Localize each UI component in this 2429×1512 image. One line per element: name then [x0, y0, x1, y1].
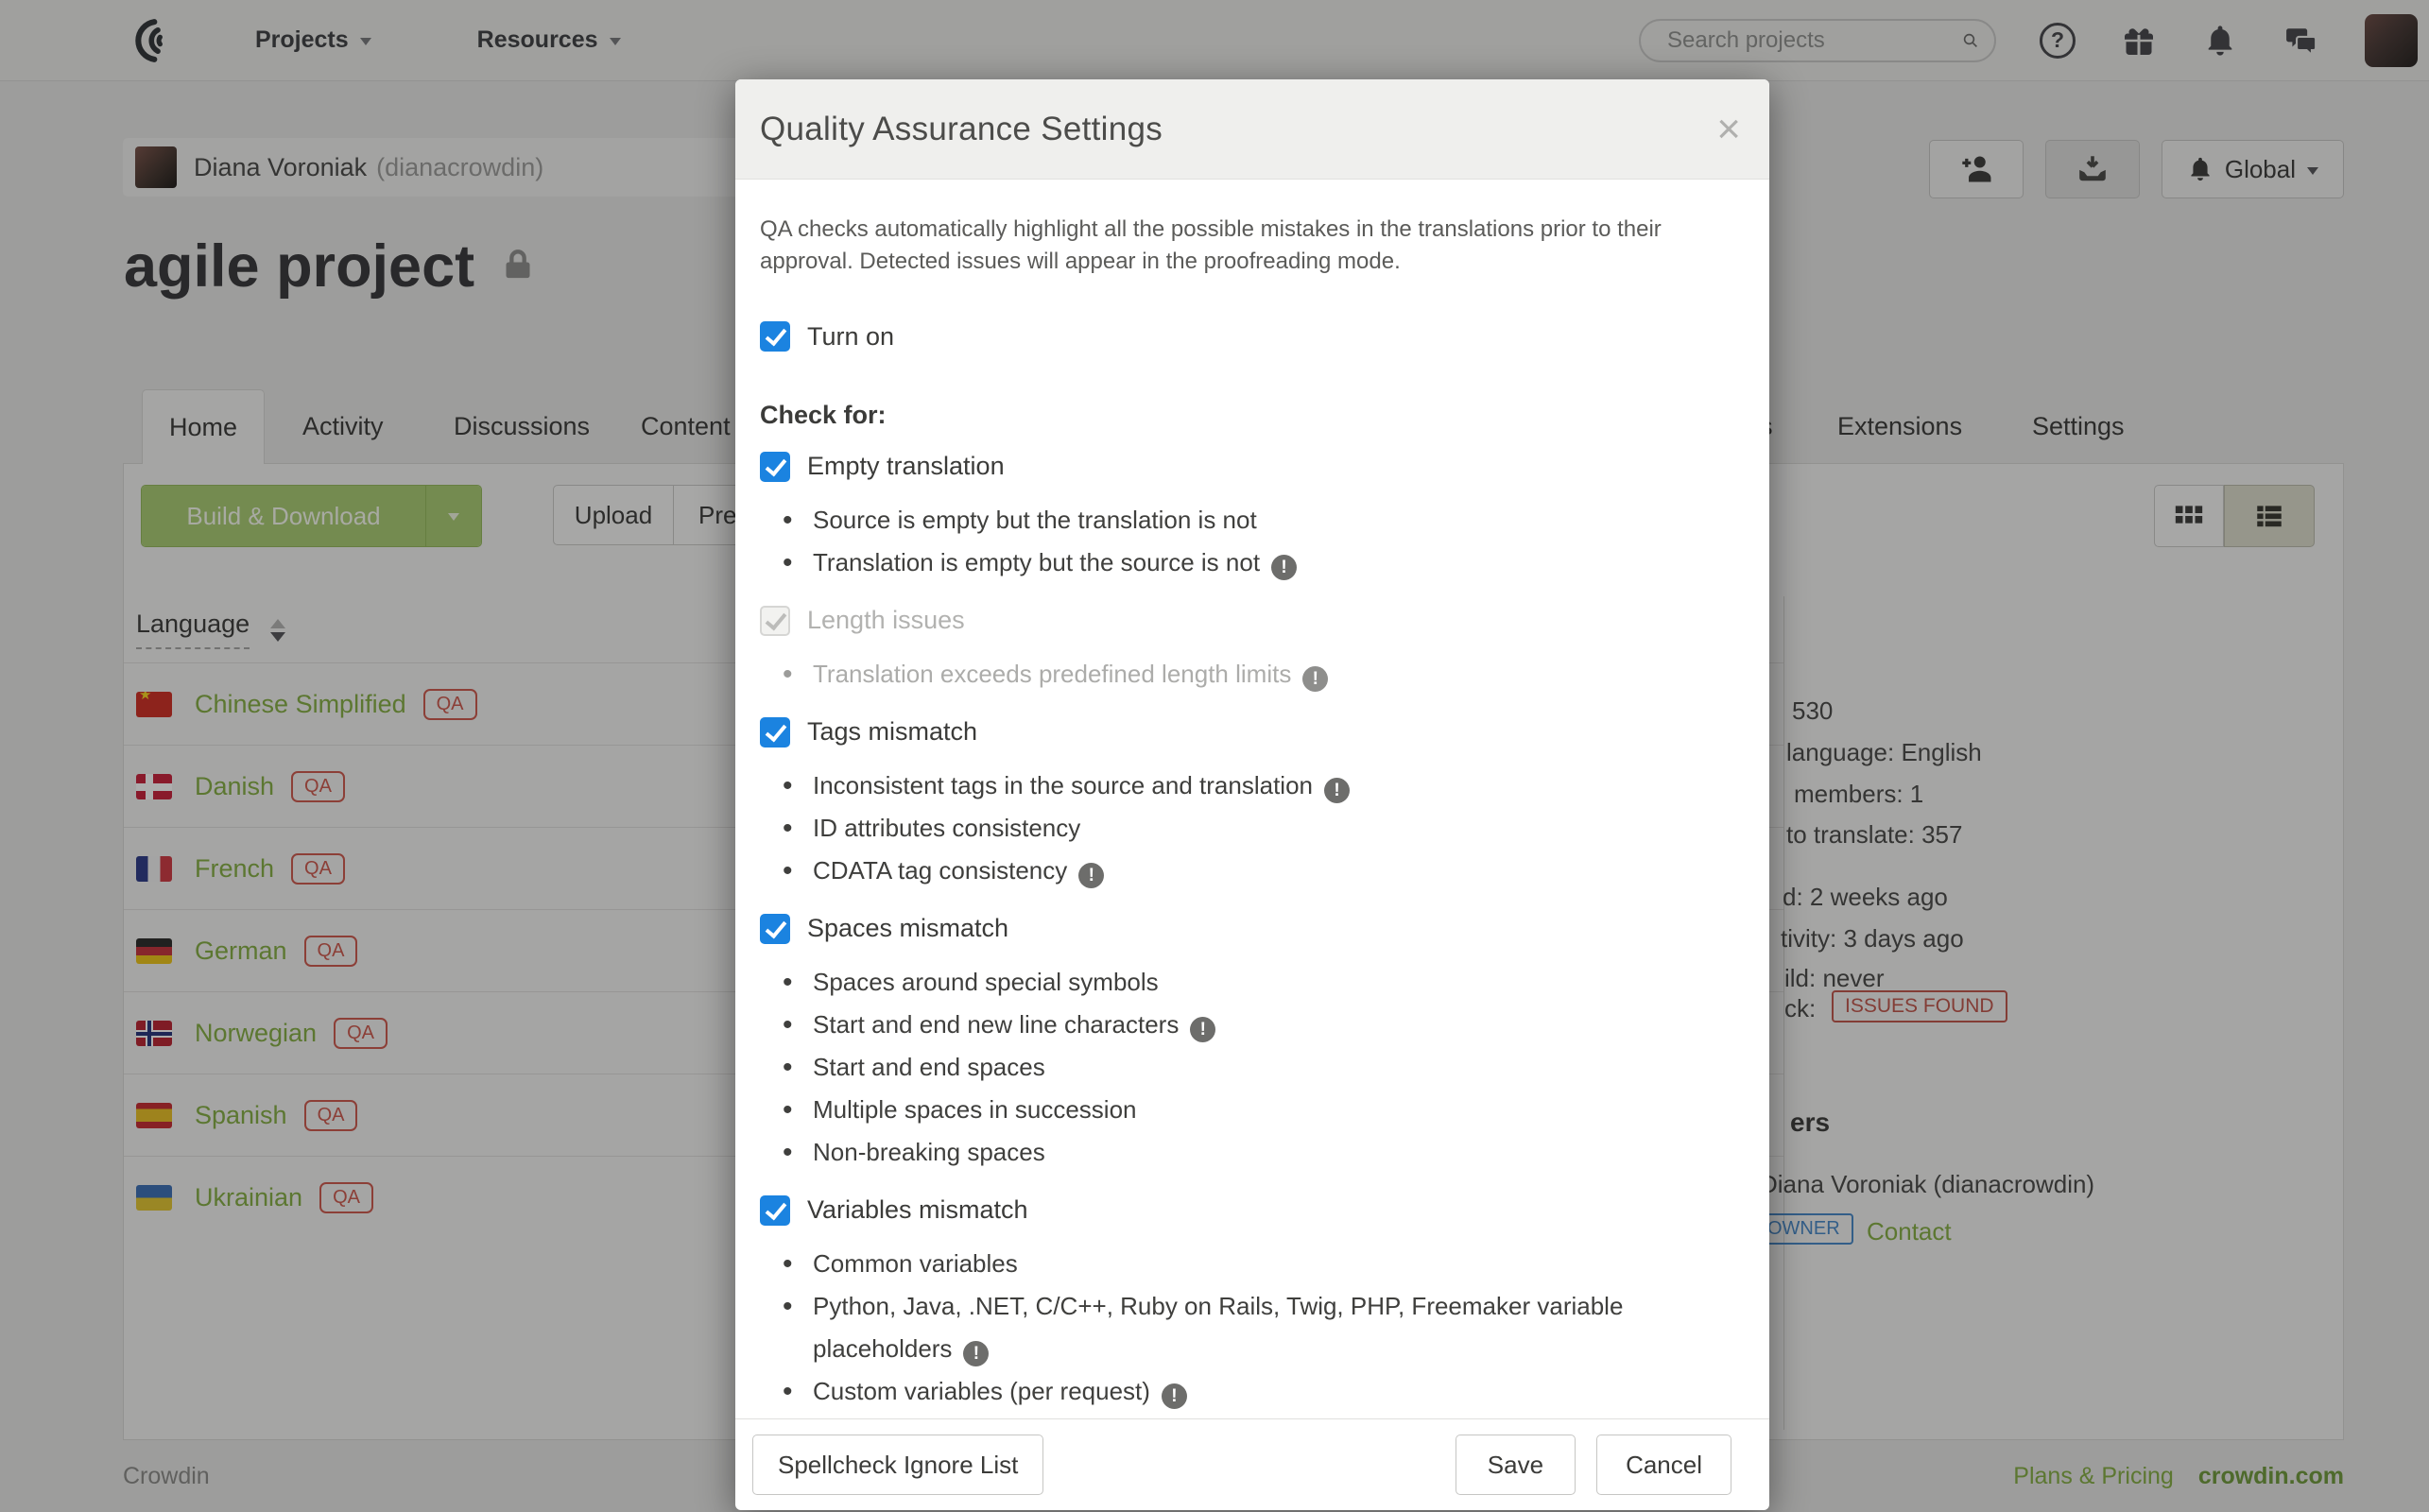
- section-checkbox[interactable]: [760, 914, 790, 944]
- qa-section: Variables mismatch Common variablesPython…: [760, 1194, 1731, 1413]
- modal-header: Quality Assurance Settings ×: [735, 79, 1769, 180]
- qa-settings-modal: Quality Assurance Settings × QA checks a…: [735, 79, 1769, 1510]
- turn-on-row: Turn on: [760, 321, 1731, 352]
- section-checkbox: [760, 606, 790, 636]
- section-checkbox[interactable]: [760, 717, 790, 747]
- check-item: Spaces around special symbols: [760, 961, 1686, 1004]
- check-item: Translation is empty but the source is n…: [760, 541, 1686, 584]
- check-item: Non-breaking spaces: [760, 1131, 1686, 1174]
- check-item: Start and end spaces: [760, 1046, 1686, 1089]
- section-label: Variables mismatch: [807, 1195, 1028, 1225]
- check-item: Multiple spaces in succession: [760, 1089, 1686, 1131]
- section-label: Tags mismatch: [807, 717, 977, 747]
- check-item: Common variables: [760, 1243, 1686, 1285]
- qa-section: Empty translation Source is empty but the…: [760, 451, 1731, 584]
- check-item: Source is empty but the translation is n…: [760, 499, 1686, 541]
- check-item: Inconsistent tags in the source and tran…: [760, 765, 1686, 807]
- info-icon[interactable]: !: [963, 1341, 989, 1366]
- section-checkbox[interactable]: [760, 452, 790, 482]
- check-item: CDATA tag consistency!: [760, 850, 1686, 892]
- save-button[interactable]: Save: [1456, 1435, 1576, 1495]
- modal-body: QA checks automatically highlight all th…: [735, 180, 1769, 1418]
- check-item: Start and end new line characters!: [760, 1004, 1686, 1046]
- section-label: Spaces mismatch: [807, 914, 1008, 943]
- info-icon[interactable]: !: [1162, 1383, 1187, 1409]
- modal-footer: Spellcheck Ignore List Save Cancel: [735, 1418, 1769, 1510]
- section-label: Empty translation: [807, 452, 1005, 481]
- qa-sections: Empty translation Source is empty but the…: [760, 451, 1731, 1413]
- spellcheck-ignore-list-button[interactable]: Spellcheck Ignore List: [752, 1435, 1043, 1495]
- section-label: Length issues: [807, 606, 965, 635]
- info-icon[interactable]: !: [1271, 555, 1297, 580]
- modal-description: QA checks automatically highlight all th…: [760, 214, 1714, 278]
- close-icon[interactable]: ×: [1716, 109, 1741, 150]
- info-icon[interactable]: !: [1190, 1017, 1215, 1042]
- check-item: Python, Java, .NET, C/C++, Ruby on Rails…: [760, 1285, 1686, 1370]
- qa-section: Tags mismatch Inconsistent tags in the so…: [760, 716, 1731, 892]
- section-checkbox[interactable]: [760, 1195, 790, 1226]
- qa-section: Spaces mismatch Spaces around special sym…: [760, 913, 1731, 1174]
- turn-on-label: Turn on: [807, 322, 894, 352]
- turn-on-checkbox[interactable]: [760, 321, 790, 352]
- modal-title: Quality Assurance Settings: [760, 111, 1716, 148]
- cancel-button[interactable]: Cancel: [1596, 1435, 1731, 1495]
- info-icon[interactable]: !: [1324, 778, 1350, 803]
- check-item: Custom variables (per request)!: [760, 1370, 1686, 1413]
- qa-section: Length issues Translation exceeds predefi…: [760, 605, 1731, 696]
- check-item: ID attributes consistency: [760, 807, 1686, 850]
- info-icon[interactable]: !: [1302, 666, 1328, 692]
- crowdin-project-page: Projects Resources ?: [0, 0, 2429, 1512]
- check-item: Translation exceeds predefined length li…: [760, 653, 1686, 696]
- check-for-heading: Check for:: [760, 401, 1731, 430]
- info-icon[interactable]: !: [1078, 863, 1104, 888]
